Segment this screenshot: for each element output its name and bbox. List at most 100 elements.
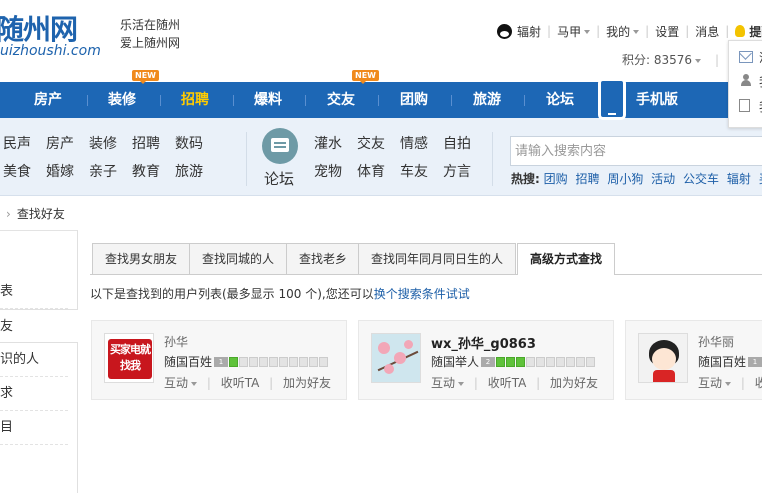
person-icon[interactable] bbox=[739, 74, 753, 86]
tab-find-hometown[interactable]: 查找老乡 bbox=[286, 243, 361, 274]
bulb-icon bbox=[735, 25, 746, 37]
reminder-dropdown: 消 我 我 bbox=[728, 40, 762, 128]
tab-find-same-birthday[interactable]: 查找同年同月同日生的人 bbox=[358, 243, 517, 274]
interact-menu[interactable]: 互动 bbox=[698, 376, 732, 390]
nav-item-jobs[interactable]: 招聘 bbox=[181, 82, 209, 118]
mobile-phone-icon[interactable] bbox=[598, 78, 626, 120]
nav-item-decoration[interactable]: 装修 bbox=[108, 82, 136, 118]
nav-item-news-tips[interactable]: 爆料 bbox=[254, 82, 282, 118]
nav-item-mobile[interactable]: 手机版 bbox=[636, 82, 678, 118]
search-tabs: 查找男女朋友 查找同城的人 查找老乡 查找同年同月同日生的人 高级方式查找 bbox=[90, 243, 762, 275]
subnav-link[interactable]: 装修 bbox=[89, 133, 117, 153]
petal-shape bbox=[404, 340, 413, 349]
user-nav: 辐射 | 马甲 | 我的 | 设置 | 消息 | 提醒 bbox=[497, 22, 762, 40]
avatar[interactable] bbox=[638, 333, 688, 383]
forum-board-link[interactable]: 体育 bbox=[357, 161, 385, 181]
site-logo[interactable]: 随州网 bbox=[0, 8, 78, 48]
mail-icon[interactable] bbox=[739, 51, 753, 63]
sidebar-item-list[interactable]: 表 bbox=[0, 275, 68, 309]
forum-board-link[interactable]: 方言 bbox=[443, 161, 471, 181]
nav-item-forum[interactable]: 论坛 bbox=[546, 82, 574, 118]
level-pip bbox=[496, 357, 505, 367]
level-pip bbox=[526, 357, 535, 367]
level-pip bbox=[319, 357, 328, 367]
subnav-link[interactable]: 招聘 bbox=[132, 133, 160, 153]
forum-board-link[interactable]: 交友 bbox=[357, 133, 385, 153]
level-bar: 1 bbox=[214, 357, 329, 367]
hot-link[interactable]: 辐射 bbox=[727, 172, 751, 186]
user-name[interactable]: 孙华 bbox=[164, 333, 188, 350]
add-friend-button[interactable]: 加为好友 bbox=[283, 376, 331, 390]
forum-board-link[interactable]: 车友 bbox=[400, 161, 428, 181]
chevron-down-icon bbox=[725, 381, 732, 386]
points-value: 积分: 83576 bbox=[622, 53, 693, 67]
hot-link[interactable]: 公交车 bbox=[683, 172, 719, 186]
interact-menu[interactable]: 互动 bbox=[164, 376, 198, 390]
add-friend-button[interactable]: 加为好友 bbox=[550, 376, 598, 390]
points-menu[interactable]: 积分: 83576 | bbox=[622, 51, 719, 68]
subnav-link[interactable]: 旅游 bbox=[175, 161, 203, 181]
user-name[interactable]: wx_孙华_g0863 bbox=[431, 333, 536, 352]
friends-sidebar: 表 友 识的人 求 目 bbox=[0, 230, 78, 493]
level-pip bbox=[516, 357, 525, 367]
result-note: 以下是查找到的用户列表(最多显示 100 个),您还可以换个搜索条件试试 bbox=[90, 285, 470, 302]
forum-board-link[interactable]: 自拍 bbox=[443, 133, 471, 153]
level-number: 1 bbox=[214, 357, 228, 367]
nav-item-house[interactable]: 房产 bbox=[34, 82, 62, 118]
forum-board-link[interactable]: 情感 bbox=[400, 133, 428, 153]
avatar[interactable] bbox=[371, 333, 421, 383]
hot-link[interactable]: 招聘 bbox=[575, 172, 599, 186]
forum-board-link[interactable]: 宠物 bbox=[314, 161, 342, 181]
tab-find-partner[interactable]: 查找男女朋友 bbox=[92, 243, 191, 274]
hot-link[interactable]: 活动 bbox=[651, 172, 675, 186]
subnav-link[interactable]: 婚嫁 bbox=[46, 161, 74, 181]
subnav-link[interactable]: 美食 bbox=[3, 161, 31, 181]
forum-label[interactable]: 论坛 bbox=[264, 168, 294, 189]
level-number: 1 bbox=[748, 357, 762, 367]
level-pip bbox=[299, 357, 308, 367]
hot-link[interactable]: 团购 bbox=[544, 172, 568, 186]
forum-board-link[interactable]: 灌水 bbox=[314, 133, 342, 153]
hot-link[interactable]: 周小狗 bbox=[607, 172, 643, 186]
mine-menu[interactable]: 我的 bbox=[606, 23, 640, 40]
nav-item-groupbuy[interactable]: 团购 bbox=[400, 82, 428, 118]
divider: | bbox=[725, 24, 730, 38]
messages-link[interactable]: 消息 bbox=[695, 23, 719, 40]
user-card: 买家电就找我 孙华 随国百姓 1 互动 | 收听TA | 加为好友 bbox=[91, 320, 347, 400]
qq-user-link[interactable]: 辐射 bbox=[517, 23, 541, 40]
avatar-body bbox=[653, 370, 675, 382]
follow-button[interactable]: 收听TA bbox=[488, 376, 527, 390]
subnav-link[interactable]: 教育 bbox=[132, 161, 160, 181]
sidebar-item-may-know[interactable]: 识的人 bbox=[0, 343, 68, 377]
tab-find-same-city[interactable]: 查找同城的人 bbox=[189, 243, 288, 274]
nav-item-dating[interactable]: 交友 bbox=[327, 82, 355, 118]
divider: | bbox=[596, 24, 601, 38]
follow-button[interactable]: 收 bbox=[755, 376, 762, 390]
user-actions: 互动 | 收听TA | 加为好友 bbox=[164, 376, 332, 390]
search-input[interactable] bbox=[510, 136, 762, 166]
document-icon[interactable] bbox=[739, 99, 750, 112]
sidebar-item-requests[interactable]: 求 bbox=[0, 377, 68, 411]
subnav-link[interactable]: 房产 bbox=[46, 133, 74, 153]
avatar[interactable]: 买家电就找我 bbox=[104, 333, 154, 383]
sidebar-item-find-friends[interactable]: 友 bbox=[0, 309, 78, 343]
level-pip bbox=[536, 357, 545, 367]
subnav-link[interactable]: 亲子 bbox=[89, 161, 117, 181]
forum-icon[interactable] bbox=[262, 128, 298, 164]
reminder-link[interactable]: 提醒 bbox=[749, 23, 762, 40]
interact-menu[interactable]: 互动 bbox=[431, 376, 465, 390]
user-name[interactable]: 孙华丽 bbox=[698, 333, 734, 350]
chevron-down-icon bbox=[584, 30, 591, 34]
tab-advanced-search[interactable]: 高级方式查找 bbox=[517, 243, 616, 275]
settings-link[interactable]: 设置 bbox=[655, 23, 679, 40]
petal-shape bbox=[378, 342, 390, 354]
subnav-link[interactable]: 民声 bbox=[3, 133, 31, 153]
change-search-link[interactable]: 换个搜索条件试试 bbox=[374, 287, 470, 301]
subnav-link[interactable]: 数码 bbox=[175, 133, 203, 153]
username-menu[interactable]: 马甲 bbox=[557, 23, 591, 40]
follow-button[interactable]: 收听TA bbox=[221, 376, 260, 390]
level-pip bbox=[506, 357, 515, 367]
sidebar-item-other[interactable]: 目 bbox=[0, 411, 68, 445]
chevron-down-icon bbox=[458, 381, 465, 386]
nav-item-travel[interactable]: 旅游 bbox=[473, 82, 501, 118]
